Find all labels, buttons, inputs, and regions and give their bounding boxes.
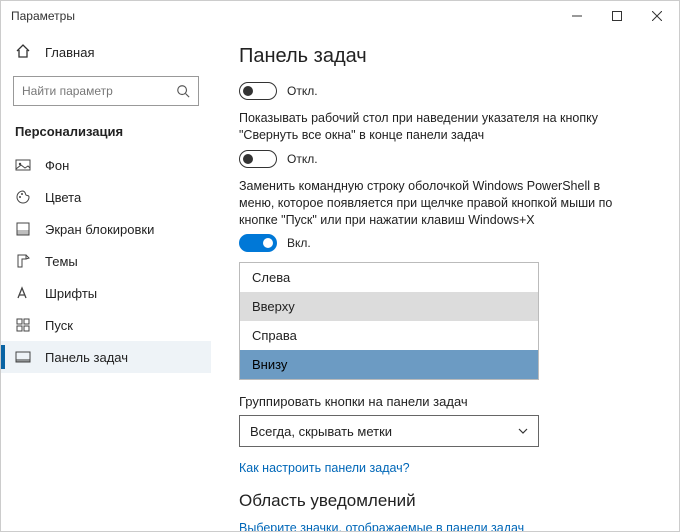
link-select-icons[interactable]: Выберите значки, отображаемые в панели з… <box>239 521 651 531</box>
page-title: Панель задач <box>239 45 651 68</box>
titlebar: Параметры <box>1 1 679 31</box>
combine-buttons-select[interactable]: Всегда, скрывать метки <box>239 415 539 447</box>
sidebar-item-background[interactable]: Фон <box>1 149 211 181</box>
start-icon <box>15 317 31 333</box>
option-bottom[interactable]: Внизу <box>240 350 538 379</box>
lockscreen-icon <box>15 221 31 237</box>
taskbar-icon <box>15 349 31 365</box>
option-right[interactable]: Справа <box>240 321 538 350</box>
content-area: Панель задач Откл. Показывать рабочий ст… <box>211 31 679 531</box>
sidebar-item-label: Фон <box>45 158 69 173</box>
home-link[interactable]: Главная <box>1 35 211 70</box>
combo-value: Всегда, скрывать метки <box>250 424 392 439</box>
sidebar: Главная Найти параметр Персонализация Фо… <box>1 31 211 531</box>
sidebar-item-label: Пуск <box>45 318 73 333</box>
font-icon <box>15 285 31 301</box>
option-left[interactable]: Слева <box>240 263 538 292</box>
home-label: Главная <box>45 45 94 60</box>
search-placeholder: Найти параметр <box>22 84 176 98</box>
toggle-peek[interactable] <box>239 82 277 100</box>
sidebar-item-label: Темы <box>45 254 78 269</box>
search-icon <box>176 84 190 98</box>
sidebar-item-label: Шрифты <box>45 286 97 301</box>
taskbar-position-list[interactable]: Слева Вверху Справа Внизу <box>239 262 539 380</box>
sidebar-item-lockscreen[interactable]: Экран блокировки <box>1 213 211 245</box>
close-button[interactable] <box>637 1 677 31</box>
toggle-powershell[interactable] <box>239 234 277 252</box>
combine-label: Группировать кнопки на панели задач <box>239 394 651 409</box>
themes-icon <box>15 253 31 269</box>
section-notification: Область уведомлений <box>239 491 651 511</box>
sidebar-item-start[interactable]: Пуск <box>1 309 211 341</box>
sidebar-item-label: Экран блокировки <box>45 222 154 237</box>
setting-desc: Заменить командную строку оболочкой Wind… <box>239 178 619 229</box>
home-icon <box>15 43 31 62</box>
toggle-peek2[interactable] <box>239 150 277 168</box>
sidebar-item-colors[interactable]: Цвета <box>1 181 211 213</box>
help-link[interactable]: Как настроить панели задач? <box>239 461 651 475</box>
maximize-button[interactable] <box>597 1 637 31</box>
sidebar-item-taskbar[interactable]: Панель задач <box>1 341 211 373</box>
setting-desc: Показывать рабочий стол при наведении ук… <box>239 110 619 144</box>
toggle-label: Откл. <box>287 84 318 98</box>
search-input[interactable]: Найти параметр <box>13 76 199 106</box>
sidebar-item-themes[interactable]: Темы <box>1 245 211 277</box>
toggle-label: Откл. <box>287 152 318 166</box>
chevron-down-icon <box>518 426 528 436</box>
section-label: Персонализация <box>1 118 211 149</box>
palette-icon <box>15 189 31 205</box>
sidebar-item-fonts[interactable]: Шрифты <box>1 277 211 309</box>
sidebar-item-label: Панель задач <box>45 350 128 365</box>
image-icon <box>15 157 31 173</box>
minimize-button[interactable] <box>557 1 597 31</box>
sidebar-item-label: Цвета <box>45 190 81 205</box>
window-title: Параметры <box>11 9 557 23</box>
option-top[interactable]: Вверху <box>240 292 538 321</box>
toggle-label: Вкл. <box>287 236 311 250</box>
